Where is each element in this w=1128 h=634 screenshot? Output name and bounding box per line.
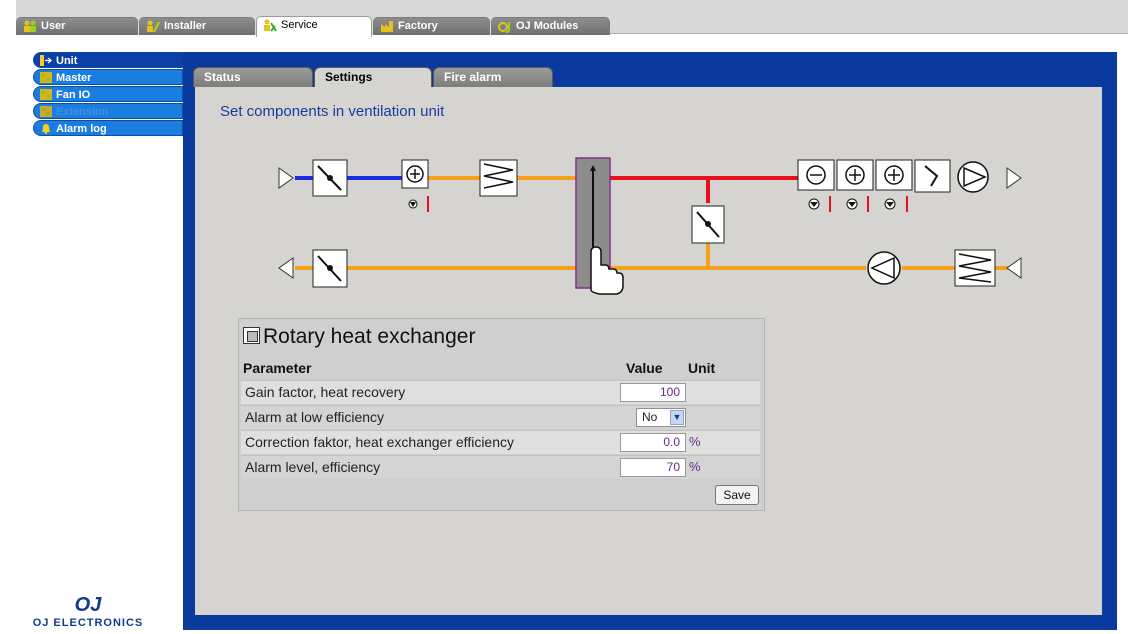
tab-oj-modules[interactable]: OJ Modules: [491, 17, 610, 35]
tab-fire-alarm[interactable]: Fire alarm: [433, 67, 553, 87]
rotary-heat-exchanger-panel: Rotary heat exchanger Parameter Value Un…: [238, 318, 765, 511]
cooler-icon[interactable]: [797, 159, 835, 212]
gain-factor-input[interactable]: 100: [620, 383, 686, 402]
check-valve-icon[interactable]: [914, 159, 951, 193]
tab-installer[interactable]: Installer: [139, 17, 255, 35]
tab-factory[interactable]: Factory: [373, 17, 490, 35]
extract-fan-icon[interactable]: [867, 251, 901, 285]
alarm-low-efficiency-select[interactable]: No ▼: [636, 408, 686, 427]
exhaust-damper-icon[interactable]: [312, 249, 348, 288]
supply-air-outlet-arrow: [1006, 167, 1022, 189]
reheater-2-icon[interactable]: [875, 159, 913, 212]
nav-item-extension: Extension: [33, 103, 183, 119]
bypass-damper-icon[interactable]: [691, 205, 725, 244]
nav-item-alarm-log[interactable]: Alarm log: [33, 120, 183, 136]
tab-service[interactable]: Service: [256, 16, 372, 37]
table-row: Gain factor, heat recovery 100: [241, 380, 760, 404]
component-icon: [243, 327, 260, 344]
correction-factor-input[interactable]: 0.0: [620, 433, 686, 452]
oj-electronics-logo: OJ OJ ELECTRONICS: [32, 594, 144, 629]
tab-settings[interactable]: Settings: [314, 67, 432, 88]
save-button[interactable]: Save: [715, 485, 759, 505]
extract-filter-icon[interactable]: [954, 249, 996, 287]
extension-icon: [40, 106, 52, 117]
tab-status[interactable]: Status: [193, 67, 313, 87]
preheater-icon[interactable]: [401, 159, 429, 212]
oj-modules-icon: [498, 22, 510, 33]
exhaust-air-outlet-arrow: [278, 257, 294, 279]
top-tab-bar: User Installer Service Factory OJ Module…: [0, 0, 1128, 38]
nav-item-master[interactable]: Master: [33, 69, 183, 85]
table-row: Correction faktor, heat exchanger effici…: [241, 430, 760, 454]
factory-icon: [381, 21, 393, 32]
column-header-value: Value: [626, 360, 663, 376]
nav-item-unit[interactable]: Unit: [33, 52, 189, 68]
tab-user[interactable]: User: [16, 17, 138, 35]
panel-title: Rotary heat exchanger: [243, 325, 475, 349]
column-header-unit: Unit: [688, 360, 716, 376]
table-row: Alarm at low efficiency No ▼: [241, 405, 760, 429]
service-icon: [264, 19, 277, 32]
ventilation-diagram: [278, 157, 1022, 295]
bell-icon: [42, 124, 50, 134]
fan-io-icon: [40, 89, 52, 100]
user-icon: [24, 20, 36, 32]
outdoor-air-inlet-arrow: [278, 167, 294, 189]
installer-icon: [147, 20, 160, 33]
extract-air-inlet-arrow: [1006, 257, 1022, 279]
chevron-down-icon[interactable]: ▼: [670, 410, 684, 425]
master-icon: [40, 72, 52, 83]
supply-filter-icon[interactable]: [479, 159, 518, 197]
unit-icon: [40, 55, 52, 66]
page-heading: Set components in ventilation unit: [220, 103, 445, 120]
reheater-1-icon[interactable]: [836, 159, 874, 212]
nav-item-fan-io[interactable]: Fan IO: [33, 86, 183, 102]
alarm-level-efficiency-input[interactable]: 70: [620, 458, 686, 477]
table-row: Alarm level, efficiency 70 %: [241, 455, 760, 479]
supply-fan-icon[interactable]: [957, 161, 989, 193]
column-header-parameter: Parameter: [243, 360, 312, 376]
outdoor-damper-icon[interactable]: [312, 159, 348, 197]
